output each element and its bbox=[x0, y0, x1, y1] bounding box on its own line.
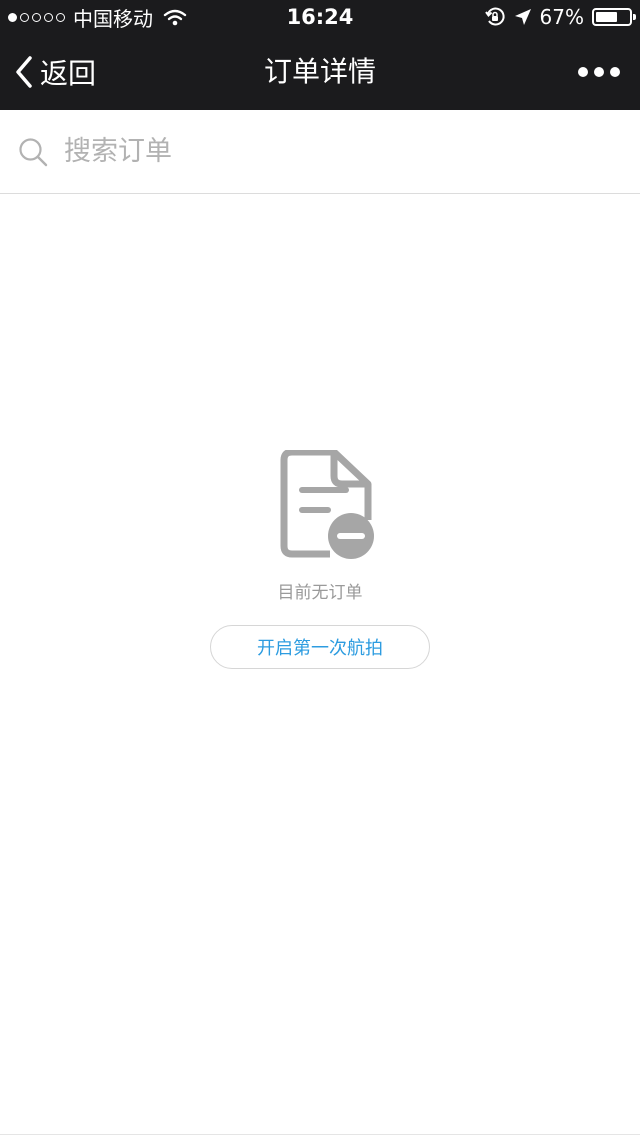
more-dot bbox=[610, 67, 620, 77]
document-empty-icon bbox=[280, 448, 376, 560]
start-first-flight-button[interactable]: 开启第一次航拍 bbox=[210, 625, 430, 669]
battery-fill bbox=[596, 12, 617, 22]
page-title: 订单详情 bbox=[263, 55, 376, 88]
empty-state-message: 目前无订单 bbox=[277, 583, 363, 603]
battery-percentage: 67% bbox=[539, 5, 584, 29]
battery-tip bbox=[633, 14, 636, 20]
location-icon bbox=[514, 8, 532, 26]
divider bbox=[0, 1134, 640, 1135]
more-dot bbox=[578, 67, 588, 77]
navigation-bar: 返回 订单详情 bbox=[0, 34, 640, 110]
more-dot bbox=[594, 67, 604, 77]
status-right: 67% bbox=[484, 0, 636, 34]
search-bar[interactable] bbox=[0, 110, 640, 194]
status-bar: 中国移动 16:24 67% bbox=[0, 0, 640, 34]
battery-icon bbox=[592, 8, 636, 26]
rotation-lock-icon bbox=[484, 6, 506, 28]
more-icon[interactable] bbox=[578, 34, 620, 110]
search-icon bbox=[18, 137, 48, 167]
search-input[interactable] bbox=[64, 136, 584, 167]
